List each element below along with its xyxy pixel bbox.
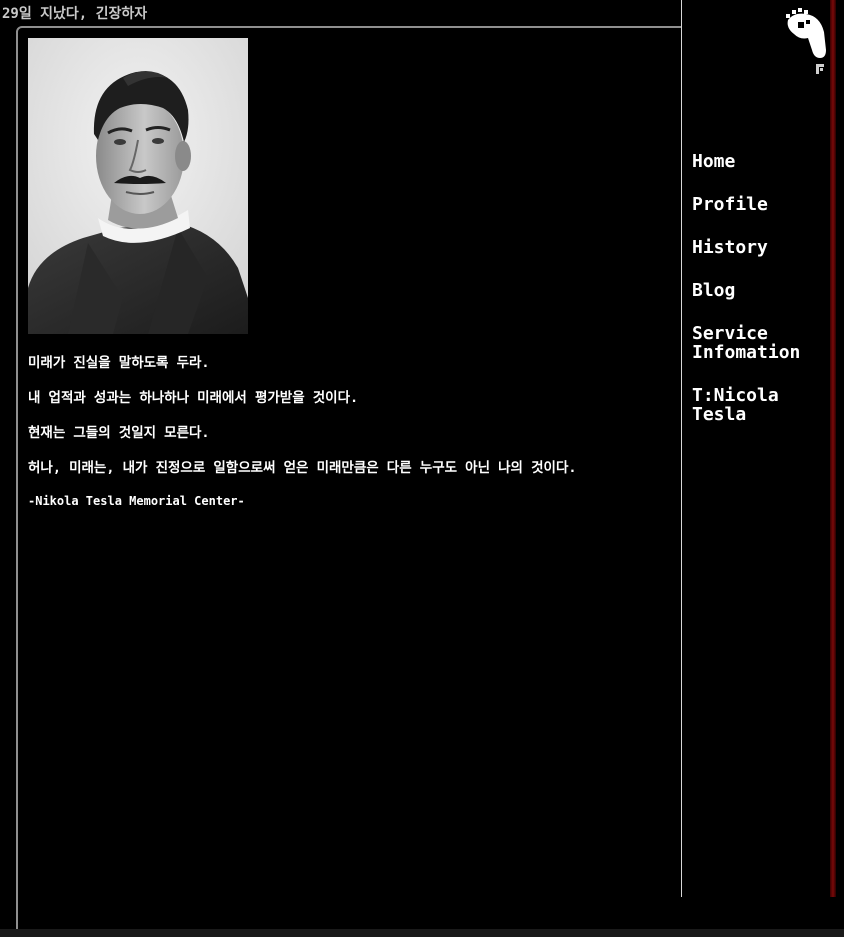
nav-profile[interactable]: Profile: [692, 195, 832, 214]
quote-block: 미래가 진실을 말하도록 두라. 내 업적과 성과는 하나하나 미래에서 평가받…: [28, 354, 708, 508]
quote-line-1: 미래가 진실을 말하도록 두라.: [28, 355, 210, 371]
pixel-hand-cursor-icon[interactable]: [780, 6, 832, 76]
nav-home[interactable]: Home: [692, 152, 832, 171]
sidebar-edge: [830, 0, 836, 897]
quote-line-3: 현재는 그들의 것일지 모른다.: [28, 425, 210, 441]
nav-service-infomation[interactable]: Service Infomation: [692, 324, 832, 362]
quote-line-2: 내 업적과 성과는 하나하나 미래에서 평가받을 것이다.: [28, 390, 359, 406]
content-frame: 미래가 진실을 말하도록 두라. 내 업적과 성과는 하나하나 미래에서 평가받…: [16, 26, 716, 937]
portrait-image: [28, 38, 248, 334]
nav-nicola-tesla[interactable]: T:Nicola Tesla: [692, 386, 832, 424]
quote-line-4: 허나, 미래는, 내가 진정으로 일함으로써 얻은 미래만큼은 다른 누구도 아…: [28, 460, 577, 476]
sidebar: [681, 0, 836, 932]
nav-blog[interactable]: Blog: [692, 281, 832, 300]
signature: -Nikola Tesla Memorial Center-: [28, 494, 245, 508]
page-title: 29일 지났다, 긴장하자: [2, 6, 148, 22]
nav-history[interactable]: History: [692, 238, 832, 257]
bottom-border: [0, 929, 844, 937]
sidebar-nav: Home Profile History Blog Service Infoma…: [692, 152, 832, 448]
